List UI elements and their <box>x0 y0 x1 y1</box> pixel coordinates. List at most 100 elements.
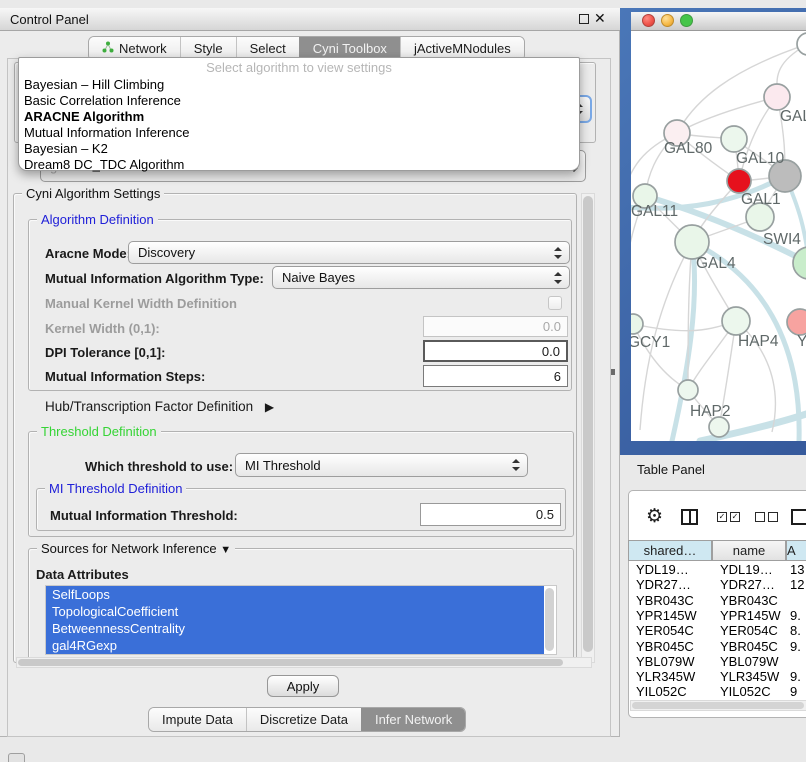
chevron-updown-icon <box>554 272 562 284</box>
table-hscrollbar-thumb[interactable] <box>632 702 804 709</box>
data-attributes-list: SelfLoopsTopologicalCoefficientBetweenne… <box>45 585 557 655</box>
algorithm-item-bayesian-hill-climbing[interactable]: Bayesian – Hill Climbing <box>19 77 579 93</box>
export-table-icon[interactable] <box>791 509 806 525</box>
attribute-item-betweennesscentrality[interactable]: BetweennessCentrality <box>46 620 544 637</box>
network-node[interactable] <box>709 417 729 437</box>
mi-type-label: Mutual Information Algorithm Type: <box>45 271 264 286</box>
tab-label: Style <box>194 41 223 56</box>
network-node[interactable] <box>631 314 643 334</box>
mi-type-value: Naive Bayes <box>282 270 355 285</box>
network-node[interactable] <box>797 33 806 55</box>
hub-section-label: Hub/Transcription Factor Definition <box>45 399 253 414</box>
tab-label: Cyni Toolbox <box>313 41 387 56</box>
table-row[interactable]: YER054C YER054C 8. <box>628 623 806 638</box>
close-icon[interactable]: ✕ <box>594 10 606 27</box>
table-row[interactable]: YDL19…YDL19…13 <box>628 562 806 577</box>
mi-steps-label: Mutual Information Steps: <box>45 369 205 384</box>
mi-type-combo[interactable]: Naive Bayes <box>272 266 570 289</box>
hub-section-toggle[interactable]: Hub/Transcription Factor Definition ▶ <box>45 399 274 414</box>
dock-panel-button[interactable] <box>8 753 25 762</box>
aracne-mode-combo[interactable]: Discovery <box>128 241 570 264</box>
node-label-gal: GAL <box>780 108 806 125</box>
screen: Control Panel ✕ NetworkStyleSelectCyni T… <box>0 0 806 762</box>
algorithm-item-dream8-dc-tdc-algorithm[interactable]: Dream8 DC_TDC Algorithm <box>19 157 579 173</box>
network-node[interactable] <box>675 225 709 259</box>
table-cell: YLR345W <box>636 669 695 684</box>
table-rows: YDL19…YDL19…13YDR27…YDR27…12YBR043CYBR04… <box>628 562 806 701</box>
tab-discretize-data[interactable]: Discretize Data <box>246 708 361 731</box>
table-cell: YDL19… <box>720 562 773 577</box>
node-label-gal11: GAL11 <box>631 203 678 220</box>
algorithm-item-aracne-algorithm[interactable]: ARACNE Algorithm <box>19 109 579 125</box>
network-canvas[interactable]: GALGAL80GAL10GAL1GAL11SWI4GAL4GCY1HAP4YH… <box>631 31 806 441</box>
algorithm-item-basic-correlation-inference[interactable]: Basic Correlation Inference <box>19 93 579 109</box>
table-cell: 12 <box>790 577 804 592</box>
which-threshold-label: Which threshold to use: <box>85 459 233 474</box>
network-node[interactable] <box>787 309 806 335</box>
network-node[interactable] <box>721 126 747 152</box>
splitter-grip[interactable] <box>611 369 615 375</box>
attributes-vscrollbar-thumb[interactable] <box>545 588 554 651</box>
attribute-item-topologicalcoefficient[interactable]: TopologicalCoefficient <box>46 603 544 620</box>
column-header-3[interactable]: A <box>786 540 806 561</box>
table-header: shared…nameA <box>628 540 806 561</box>
table-cell: YPR145W <box>636 608 697 623</box>
dpi-tolerance-field[interactable]: 0.0 <box>423 340 568 362</box>
table-row[interactable]: YBR045CYBR045C9. <box>628 639 806 654</box>
node-label-gcy1: GCY1 <box>631 334 670 351</box>
sources-title-text: Sources for Network Inference <box>41 541 217 556</box>
gear-icon[interactable]: ⚙ <box>646 505 663 528</box>
table-cell: YER054C <box>720 623 778 638</box>
float-window-icon[interactable] <box>579 14 589 24</box>
which-threshold-combo[interactable]: MI Threshold <box>235 453 528 477</box>
algorithm-item-bayesian-k2[interactable]: Bayesian – K2 <box>19 141 579 157</box>
kernel-width-label: Kernel Width (0,1): <box>45 321 160 336</box>
tab-label: jActiveMNodules <box>414 41 511 56</box>
apply-button[interactable]: Apply <box>267 675 339 697</box>
table-cell: YPR145W <box>720 608 781 623</box>
node-label-gal4: GAL4 <box>696 255 736 272</box>
network-node[interactable] <box>727 169 751 193</box>
table-row[interactable]: YBL079WYBL079W <box>628 654 806 669</box>
network-node[interactable] <box>722 307 750 335</box>
network-node[interactable] <box>764 84 790 110</box>
table-row[interactable]: YLR345WYLR345W9. <box>628 669 806 684</box>
tab-infer-network[interactable]: Infer Network <box>361 708 465 731</box>
attribute-item-gal4rgexp[interactable]: gal4RGexp <box>46 637 544 654</box>
control-panel-titlebar[interactable] <box>0 8 620 31</box>
table-row[interactable]: YBR043CYBR043C <box>628 593 806 608</box>
table-row[interactable]: YIL052CYIL052C9 <box>628 684 806 699</box>
close-traffic-icon[interactable] <box>642 14 655 27</box>
node-label-gal1: GAL1 <box>741 191 781 208</box>
table-cell: YBR043C <box>720 593 778 608</box>
network-node[interactable] <box>793 247 806 279</box>
network-node[interactable] <box>678 380 698 400</box>
node-label-swi4: SWI4 <box>763 231 801 248</box>
zoom-traffic-icon[interactable] <box>680 14 693 27</box>
algorithm-item-mutual-information-inference[interactable]: Mutual Information Inference <box>19 125 579 141</box>
node-label-gal10: GAL10 <box>736 150 785 167</box>
collapse-down-icon[interactable]: ▼ <box>220 544 231 556</box>
attribute-item-selfloops[interactable]: SelfLoops <box>46 586 544 603</box>
network-window-titlebar[interactable] <box>631 12 806 31</box>
algorithm-definition-title: Algorithm Definition <box>37 212 158 227</box>
manual-kernel-checkbox[interactable] <box>548 296 562 310</box>
table-cell: YER054C <box>636 623 694 638</box>
mi-threshold-field[interactable]: 0.5 <box>420 503 561 526</box>
mi-steps-field[interactable]: 6 <box>423 365 568 387</box>
column-header-1[interactable]: shared… <box>628 540 712 561</box>
table-cell: 8. <box>790 623 801 638</box>
table-row[interactable]: YPR145WYPR145W9. <box>628 608 806 623</box>
tab-impute-data[interactable]: Impute Data <box>149 708 246 731</box>
minimize-traffic-icon[interactable] <box>661 14 674 27</box>
settings-hscrollbar-thumb[interactable] <box>18 659 563 666</box>
manual-kernel-label: Manual Kernel Width Definition <box>45 296 237 311</box>
split-columns-icon[interactable] <box>681 509 698 525</box>
settings-vscrollbar-thumb[interactable] <box>583 196 593 652</box>
unchecked-columns-icon[interactable] <box>755 512 778 522</box>
column-header-2[interactable]: name <box>712 540 786 561</box>
table-row[interactable]: YDR27…YDR27…12 <box>628 577 806 592</box>
kernel-width-field[interactable]: 0.0 <box>423 316 568 337</box>
tab-label: Network <box>119 41 167 56</box>
checked-columns-icon[interactable]: ✓✓ <box>717 512 740 522</box>
